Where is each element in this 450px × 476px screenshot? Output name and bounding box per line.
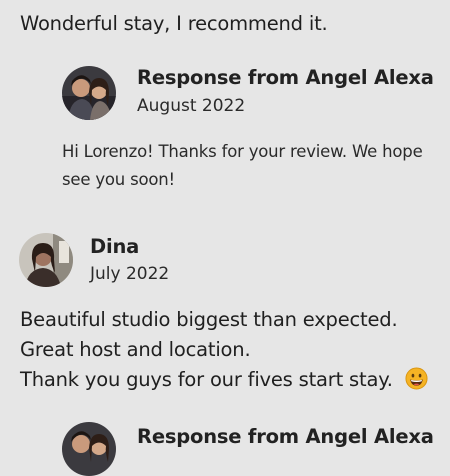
host-avatar-photo <box>62 422 116 476</box>
review-date: July 2022 <box>90 264 170 284</box>
review-text-line: Beautiful studio biggest than expected. <box>20 308 398 331</box>
response-title: Response from Angel Alexa <box>137 66 434 89</box>
review-body: Beautiful studio biggest than expected. … <box>20 305 428 399</box>
response-body: Hi Lorenzo! Thanks for your review. We h… <box>62 138 423 194</box>
host-avatar[interactable] <box>62 66 116 120</box>
grinning-face-icon <box>405 367 428 399</box>
response-text-line: see you soon! <box>62 170 175 189</box>
reviewer-avatar-photo <box>19 233 73 287</box>
review-text-line: Thank you guys for our fives start stay. <box>20 365 428 399</box>
reviewer-avatar[interactable] <box>19 233 73 287</box>
review-text-line-content: Thank you guys for our fives start stay. <box>20 368 393 391</box>
response-date: August 2022 <box>137 96 246 116</box>
review-text-line: Wonderful stay, I recommend it. <box>20 12 328 35</box>
host-avatar[interactable] <box>62 422 116 476</box>
response-title: Response from Angel Alexa <box>137 425 434 448</box>
reviewer-name: Dina <box>90 235 140 258</box>
review-text-line: Great host and location. <box>20 338 251 361</box>
response-text-line: Hi Lorenzo! Thanks for your review. We h… <box>62 142 423 161</box>
host-avatar-photo <box>62 66 116 120</box>
